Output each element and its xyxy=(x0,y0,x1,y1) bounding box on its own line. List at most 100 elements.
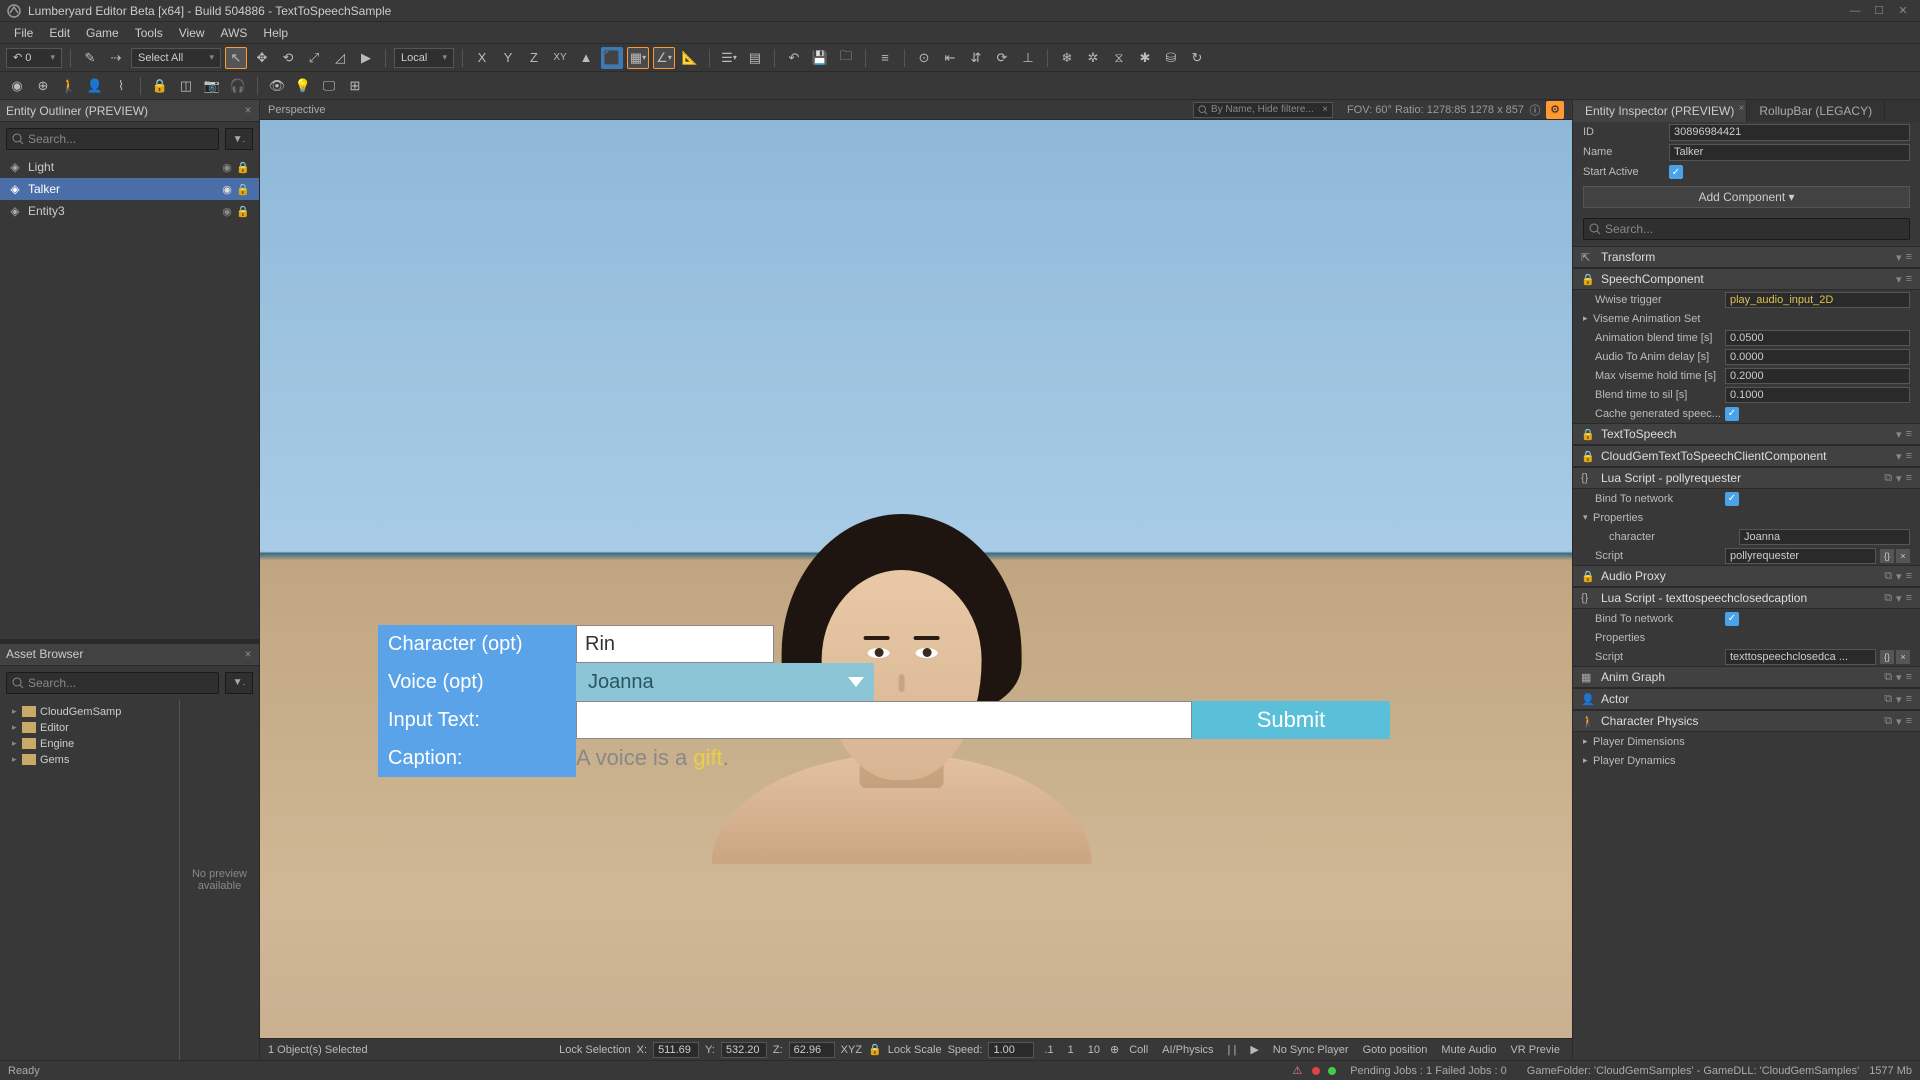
angle-snap-icon[interactable]: ∠▾ xyxy=(653,47,675,69)
filter-icon[interactable]: ▼. xyxy=(225,672,253,694)
entity-name-input[interactable]: Talker xyxy=(1669,144,1910,161)
input-text-field[interactable] xyxy=(576,701,1192,739)
stack-icon[interactable]: ≡ xyxy=(874,47,896,69)
snap-object-icon[interactable]: ⬛ xyxy=(601,47,623,69)
menu-file[interactable]: File xyxy=(6,26,41,40)
axis-y-icon[interactable]: Y xyxy=(497,47,519,69)
coord-x[interactable]: 511.69 xyxy=(653,1042,699,1058)
script-clear-icon[interactable]: × xyxy=(1896,549,1910,563)
cube-icon[interactable]: ◫ xyxy=(175,75,197,97)
eye-icon[interactable]: 👁 xyxy=(266,75,288,97)
close-icon[interactable]: × xyxy=(1739,103,1745,114)
link-icon[interactable]: ⇢ xyxy=(105,47,127,69)
component-actor[interactable]: 👤Actor⧉▾≡ xyxy=(1573,688,1920,710)
viewport-search-input[interactable]: By Name, Hide filtere... × xyxy=(1193,102,1333,118)
pencil-icon[interactable]: ✎ xyxy=(79,47,101,69)
align-center-icon[interactable]: ⇵ xyxy=(965,47,987,69)
axis-x-icon[interactable]: X xyxy=(471,47,493,69)
folder-icon[interactable]: 🗀 xyxy=(835,47,857,69)
script-braces-icon[interactable]: {} xyxy=(1880,549,1894,563)
gear-icon[interactable]: ✲ xyxy=(1082,47,1104,69)
align-right-icon[interactable]: ⟳ xyxy=(991,47,1013,69)
lock-icon[interactable]: 🔒 xyxy=(235,161,251,174)
visibility-icon[interactable]: ◉ xyxy=(219,205,235,218)
script-braces-icon[interactable]: {} xyxy=(1880,650,1894,664)
minimize-button[interactable]: — xyxy=(1844,3,1866,19)
component-search-input[interactable]: Search... xyxy=(1583,218,1910,240)
menu-tools[interactable]: Tools xyxy=(127,26,171,40)
rotate-icon[interactable]: ⟲ xyxy=(277,47,299,69)
component-anim-graph[interactable]: ▦Anim Graph⧉▾≡ xyxy=(1573,666,1920,688)
component-speech[interactable]: 🔒SpeechComponent▾≡ xyxy=(1573,268,1920,290)
align-left-icon[interactable]: ⇤ xyxy=(939,47,961,69)
filter-icon[interactable]: ▼. xyxy=(225,128,253,150)
window-icon[interactable]: ⊞ xyxy=(344,75,366,97)
align-bottom-icon[interactable]: ⊥ xyxy=(1017,47,1039,69)
db-icon[interactable]: ⛁ xyxy=(1160,47,1182,69)
refresh-icon[interactable]: ↻ xyxy=(1186,47,1208,69)
component-tts[interactable]: 🔒TextToSpeech▾≡ xyxy=(1573,423,1920,445)
undo-icon[interactable]: ↶ xyxy=(783,47,805,69)
viewport-3d[interactable]: Character (opt) Rin Voice (opt) Joanna I… xyxy=(260,120,1572,1038)
menu-game[interactable]: Game xyxy=(78,26,127,40)
asset-tree[interactable]: ▸CloudGemSamp ▸Editor ▸Engine ▸Gems xyxy=(0,700,179,1061)
save-icon[interactable]: 💾 xyxy=(809,47,831,69)
close-icon[interactable]: × xyxy=(241,103,255,117)
terrain-icon[interactable]: ▲ xyxy=(575,47,597,69)
brush-icon[interactable]: ⌇ xyxy=(110,75,132,97)
coord-space-dropdown[interactable]: Local▾ xyxy=(394,48,454,68)
cursor-icon[interactable]: ↖ xyxy=(225,47,247,69)
torso-icon[interactable]: 👤 xyxy=(84,75,106,97)
lock-icon[interactable]: 🔒 xyxy=(149,75,171,97)
visibility-icon[interactable]: ◉ xyxy=(219,161,235,174)
ruler-icon[interactable]: 📐 xyxy=(679,47,701,69)
menu-aws[interactable]: AWS xyxy=(213,26,256,40)
menu-view[interactable]: View xyxy=(171,26,213,40)
outliner-search-input[interactable]: Search... xyxy=(6,128,219,150)
camera-icon[interactable]: 📷 xyxy=(201,75,223,97)
cache-checkbox[interactable]: ✓ xyxy=(1725,407,1739,421)
history-dropdown[interactable]: ↶ 0 ▾ xyxy=(6,48,62,68)
bind-network-checkbox[interactable]: ✓ xyxy=(1725,492,1739,506)
coord-y[interactable]: 532.20 xyxy=(721,1042,767,1058)
component-audio-proxy[interactable]: 🔒Audio Proxy⧉▾≡ xyxy=(1573,565,1920,587)
list-icon[interactable]: ☰▾ xyxy=(718,47,740,69)
snow-icon[interactable]: ❄ xyxy=(1056,47,1078,69)
target-icon[interactable]: ⊙ xyxy=(913,47,935,69)
component-lua-pollyrequester[interactable]: {}Lua Script - pollyrequester⧉▾≡ xyxy=(1573,467,1920,489)
monitor-icon[interactable]: 🖵 xyxy=(318,75,340,97)
maximize-button[interactable]: ☐ xyxy=(1868,3,1890,19)
headphones-icon[interactable]: 🎧 xyxy=(227,75,249,97)
outliner-item-entity3[interactable]: ◈ Entity3 ◉🔒 xyxy=(0,200,259,222)
move-icon[interactable]: ✥ xyxy=(251,47,273,69)
layers-icon[interactable]: ▤ xyxy=(744,47,766,69)
hourglass-icon[interactable]: ⧖ xyxy=(1108,47,1130,69)
close-icon[interactable]: × xyxy=(241,647,255,661)
script-clear-icon[interactable]: × xyxy=(1896,650,1910,664)
menu-help[interactable]: Help xyxy=(255,26,296,40)
submit-button[interactable]: Submit xyxy=(1192,701,1390,739)
info-icon[interactable]: ⓘ xyxy=(1526,101,1544,119)
component-character-physics[interactable]: 🚶Character Physics⧉▾≡ xyxy=(1573,710,1920,732)
lock-icon[interactable]: 🔒 xyxy=(235,205,251,218)
close-button[interactable]: ✕ xyxy=(1892,3,1914,19)
play-icon[interactable]: ▶ xyxy=(355,47,377,69)
sphere-icon[interactable]: ◉ xyxy=(6,75,28,97)
tab-entity-inspector[interactable]: Entity Inspector (PREVIEW)× xyxy=(1573,100,1747,122)
globe-icon[interactable]: ⊕ xyxy=(32,75,54,97)
axis-xy-icon[interactable]: XY xyxy=(549,47,571,69)
axis-z-icon[interactable]: Z xyxy=(523,47,545,69)
viewport-label[interactable]: Perspective xyxy=(268,104,325,116)
clear-icon[interactable]: × xyxy=(1322,104,1328,115)
component-lua-caption[interactable]: {}Lua Script - texttospeechclosedcaption… xyxy=(1573,587,1920,609)
outliner-item-talker[interactable]: ◈ Talker ◉🔒 xyxy=(0,178,259,200)
speed-value[interactable]: 1.00 xyxy=(988,1042,1034,1058)
angle-icon[interactable]: ◿ xyxy=(329,47,351,69)
component-cloudgem[interactable]: 🔒CloudGemTextToSpeechClientComponent▾≡ xyxy=(1573,445,1920,467)
tab-rollupbar[interactable]: RollupBar (LEGACY) xyxy=(1747,100,1885,122)
visibility-icon[interactable]: ◉ xyxy=(219,183,235,196)
component-transform[interactable]: ⇱Transform▾≡ xyxy=(1573,246,1920,268)
start-active-checkbox[interactable]: ✓ xyxy=(1669,165,1683,179)
lock-selection-label[interactable]: Lock Selection xyxy=(559,1044,631,1056)
lock-icon[interactable]: 🔒 xyxy=(235,183,251,196)
